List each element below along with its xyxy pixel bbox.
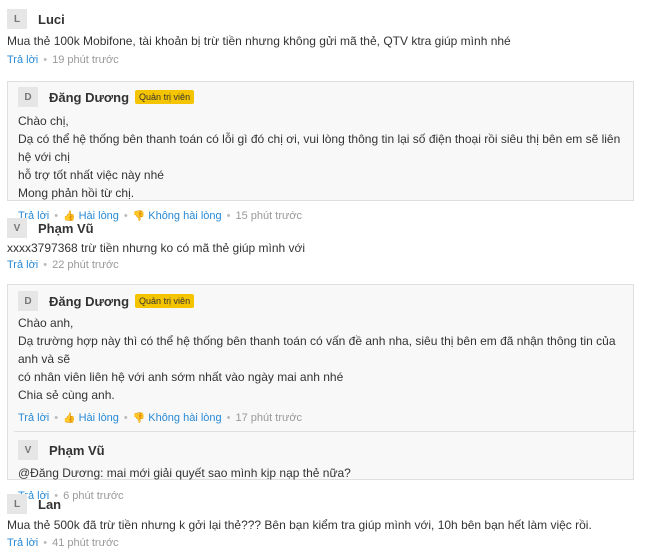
admin-badge: Quản trị viên [135, 90, 195, 104]
comment: V Phạm Vũ xxxx3797368 trừ tiền nhưng ko … [0, 218, 660, 273]
reply-time: 17 phút trước [235, 412, 303, 424]
admin-reply: D Đăng Dương Quản trị viên Chào chị, Dạ … [7, 81, 634, 222]
comment-time: 19 phút trước [52, 54, 119, 66]
separator-dot: • [54, 412, 59, 424]
comment-time: 22 phút trước [52, 259, 119, 271]
comment-text: xxxx3797368 trừ tiền nhưng ko có mã thẻ … [7, 241, 306, 255]
reply-author: Đăng Dương [49, 89, 130, 105]
reply-link[interactable]: Trả lời [7, 537, 38, 549]
separator-dot: • [43, 537, 48, 549]
comment-time: 41 phút trước [52, 537, 119, 549]
admin-badge: Quản trị viên [135, 294, 195, 308]
thumbs-up-icon: 👍 [63, 412, 76, 424]
like-link[interactable]: Hài lòng [79, 412, 119, 424]
avatar: D [18, 291, 38, 311]
separator-dot: • [123, 412, 128, 424]
avatar: V [7, 218, 27, 238]
separator-dot: • [43, 54, 48, 66]
reply-text: Chào anh, Dạ trường hợp này thì có thể h… [18, 316, 616, 402]
comment: L Lan Mua thẻ 500k đã trừ tiền nhưng k g… [0, 494, 660, 551]
comment-author: Lan [38, 496, 62, 512]
comment-meta: Trả lời • 41 phút trước [0, 535, 660, 551]
thumbs-down-icon: 👎 [132, 412, 146, 424]
comment-author: Phạm Vũ [38, 220, 94, 236]
separator-dot: • [226, 412, 231, 424]
avatar: L [7, 9, 27, 29]
admin-reply: D Đăng Dương Quản trị viên Chào anh, Dạ … [7, 284, 636, 502]
reply-link[interactable]: Trả lời [18, 412, 49, 424]
comment-author: Luci [38, 11, 65, 27]
dislike-link[interactable]: Không hài lòng [148, 412, 221, 424]
reply-link[interactable]: Trả lời [7, 259, 38, 271]
reply-text: Chào chị, Dạ có thể hệ thống bên thanh t… [18, 114, 621, 200]
comment: L Luci Mua thẻ 100k Mobifone, tài khoản … [0, 9, 660, 68]
separator-dot: • [43, 259, 48, 271]
comment-text: Mua thẻ 100k Mobifone, tài khoản bị trừ … [7, 34, 511, 48]
avatar: V [18, 440, 38, 460]
divider [14, 431, 636, 432]
reply-author: Phạm Vũ [49, 442, 105, 458]
avatar: L [7, 494, 27, 514]
comment-text: Mua thẻ 500k đã trừ tiền nhưng k gởi lại… [7, 518, 592, 532]
reply-author: Đăng Dương [49, 293, 130, 309]
comment-meta: Trả lời • 22 phút trước [0, 257, 660, 273]
reply-text: @Đăng Dương: mai mới giải quyết sao mình… [18, 466, 351, 480]
reply-link[interactable]: Trả lời [7, 54, 38, 66]
reply-meta: Trả lời • 👍 Hài lòng • 👎 Không hài lòng … [18, 410, 633, 426]
comment-meta: Trả lời • 19 phút trước [0, 52, 660, 68]
avatar: D [18, 87, 38, 107]
